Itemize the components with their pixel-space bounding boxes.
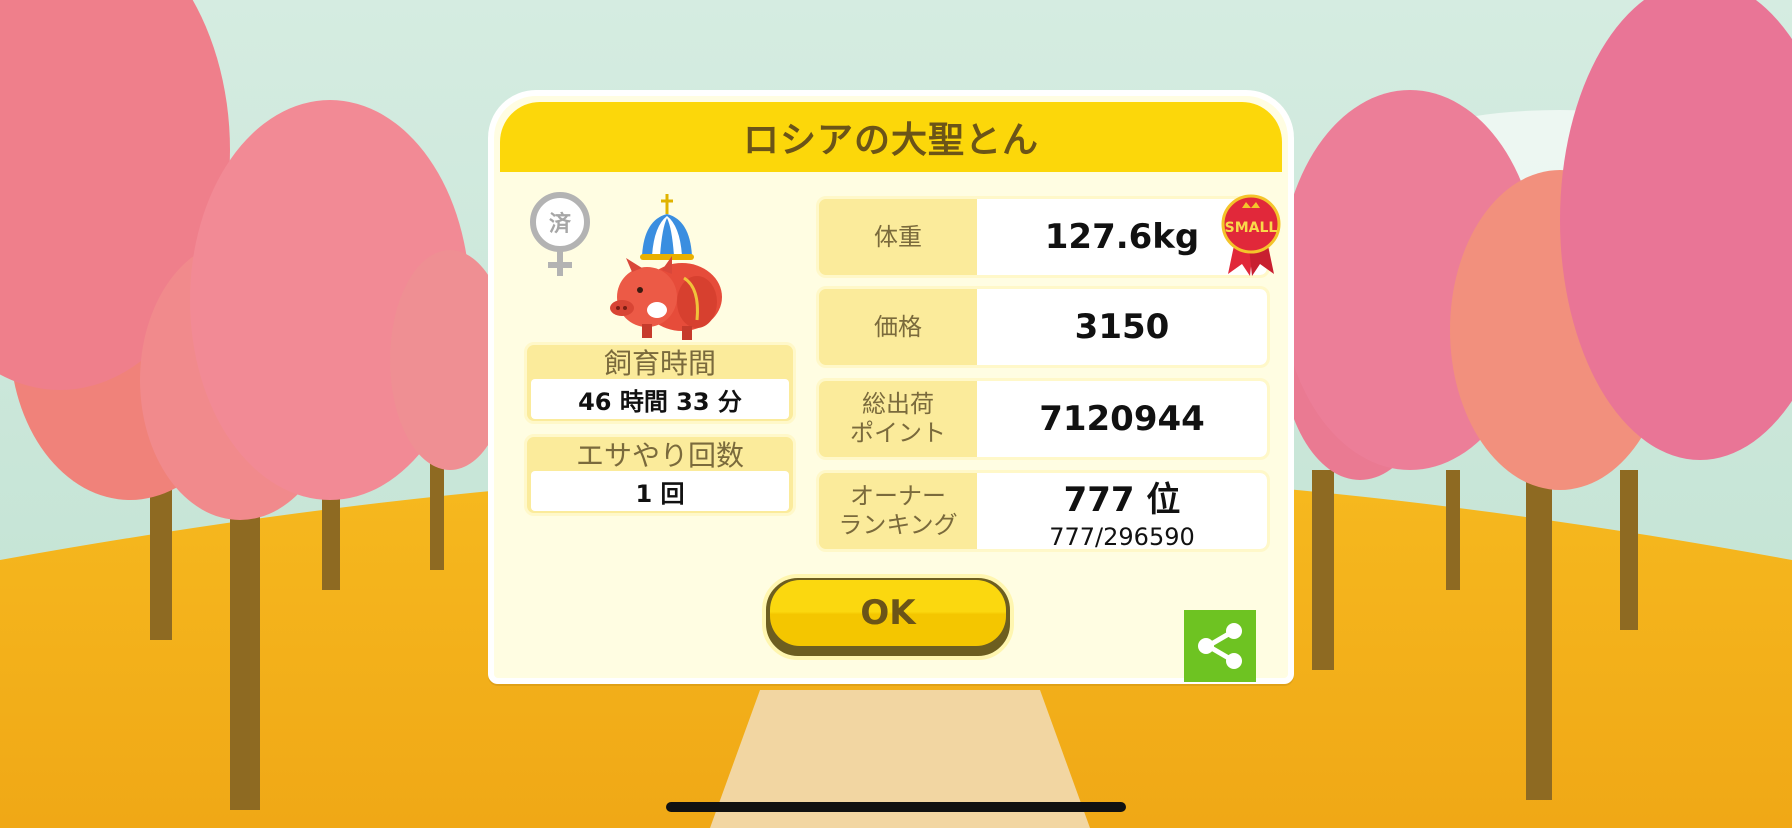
stat-row-weight: 体重 127.6kg bbox=[816, 196, 1270, 278]
seal-label: 済 bbox=[548, 212, 571, 237]
stat-row-total-points: 総出荷 ポイント 7120944 bbox=[816, 378, 1270, 460]
raising-time-label: 飼育時間 bbox=[603, 347, 716, 380]
pig-result-dialog: ロシアの大聖とん 済 飼育時間 46 時間 33 分 エサやり回数 1 回 体重… bbox=[488, 90, 1294, 684]
price-value: 3150 bbox=[1074, 307, 1170, 347]
completed-seal-icon: 済 bbox=[530, 192, 590, 252]
total-points-value: 7120944 bbox=[1039, 399, 1205, 439]
feed-count-label: エサやり回数 bbox=[575, 439, 744, 472]
seal-bar bbox=[548, 262, 572, 268]
total-points-value-cell: 7120944 bbox=[977, 381, 1267, 457]
owner-ranking-value-cell: 777 位 777/296590 bbox=[977, 473, 1267, 549]
stat-row-price: 価格 3150 bbox=[816, 286, 1270, 368]
home-indicator[interactable] bbox=[666, 802, 1126, 812]
ribbon-label: SMALL bbox=[1225, 220, 1278, 236]
share-button[interactable] bbox=[1184, 610, 1256, 682]
weight-label: 体重 bbox=[874, 222, 922, 251]
feed-count-box: エサやり回数 1 回 bbox=[524, 434, 796, 516]
owner-ranking-value: 777 位 bbox=[1063, 479, 1181, 520]
price-value-cell: 3150 bbox=[977, 289, 1267, 365]
share-icon bbox=[1198, 623, 1242, 669]
owner-ranking-label: オーナー ランキング bbox=[838, 482, 958, 539]
raising-time-box: 飼育時間 46 時間 33 分 bbox=[524, 342, 796, 424]
ok-button-label: OK bbox=[770, 580, 1006, 646]
weight-value: 127.6kg bbox=[1044, 217, 1200, 257]
raising-time-value: 46 時間 33 分 bbox=[531, 379, 789, 419]
pig-character-image bbox=[610, 194, 722, 340]
ok-button[interactable]: OK bbox=[762, 574, 1014, 660]
total-points-label: 総出荷 ポイント bbox=[850, 390, 946, 447]
dialog-title: ロシアの大聖とん bbox=[500, 102, 1282, 172]
owner-ranking-sub: 777/296590 bbox=[1049, 522, 1195, 551]
stat-row-owner-ranking: オーナー ランキング 777 位 777/296590 bbox=[816, 470, 1270, 552]
price-label: 価格 bbox=[874, 312, 922, 341]
feed-count-value: 1 回 bbox=[531, 471, 789, 511]
small-ribbon-icon: SMALL bbox=[1221, 194, 1281, 276]
